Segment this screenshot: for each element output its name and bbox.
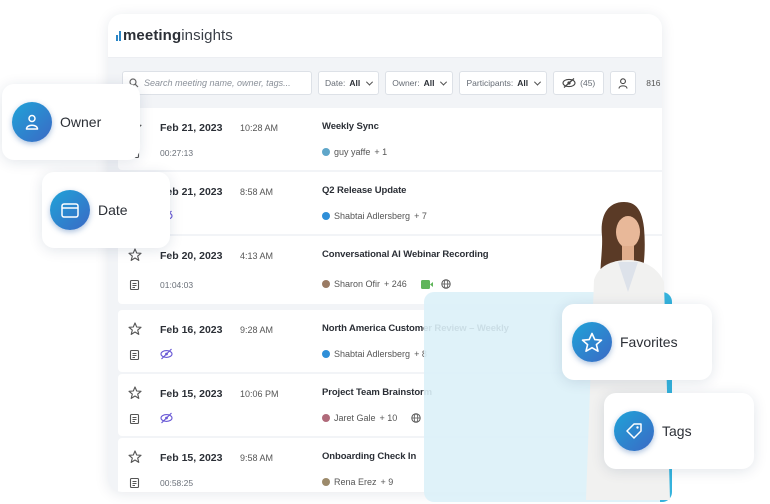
participants-filter-value: All <box>517 78 529 88</box>
owner-name: Rena Erez <box>334 477 377 487</box>
participants-filter-dropdown[interactable]: Participants: All <box>459 71 548 95</box>
globe-icon <box>411 413 422 423</box>
star-icon <box>572 322 612 362</box>
tags-badge: Tags <box>604 393 754 469</box>
meeting-owner: Sharon Ofir + 246 <box>322 279 451 289</box>
owner-name: Jaret Gale <box>334 413 376 423</box>
favorites-badge: Favorites <box>562 304 712 380</box>
meeting-duration: 00:27:13 <box>160 148 194 158</box>
owner-avatar <box>322 212 330 220</box>
star-icon[interactable] <box>128 248 142 262</box>
globe-icon <box>441 279 451 289</box>
meeting-owner: Shabtai Adlersberg + 7 <box>322 211 427 221</box>
meeting-time: 4:13 AM <box>240 251 274 261</box>
logo-text-bold: meeting <box>123 27 182 44</box>
notes-icon <box>129 279 140 291</box>
meeting-date: Feb 20, 2023 <box>160 250 223 262</box>
meeting-duration: 01:04:03 <box>160 280 194 290</box>
participants-extra: + 9 <box>380 477 394 487</box>
participants-extra: + 7 <box>414 211 427 221</box>
eye-slash-icon <box>160 412 173 424</box>
logo-mark-icon <box>116 30 121 41</box>
owner-avatar <box>322 350 330 358</box>
meeting-title[interactable]: Conversational AI Webinar Recording <box>322 249 489 260</box>
tags-badge-label: Tags <box>662 423 692 439</box>
owner-badge: Owner <box>2 84 140 160</box>
star-icon[interactable] <box>128 450 142 464</box>
meeting-title[interactable]: Project Team Brainstorm <box>322 387 432 398</box>
meeting-owner: Jaret Gale + 10 <box>322 413 422 423</box>
date-filter-dropdown[interactable]: Date: All <box>318 71 380 95</box>
owner-filter-dropdown[interactable]: Owner: All <box>385 71 454 95</box>
meeting-owner: Rena Erez + 9 <box>322 477 393 487</box>
owner-name: Sharon Ofir <box>334 279 381 289</box>
owner-avatar <box>322 414 330 422</box>
filter-bar: Date: All Owner: All Participants: All (… <box>122 70 662 96</box>
date-filter-label: Date: <box>325 78 346 88</box>
date-filter-value: All <box>349 78 361 88</box>
owner-avatar <box>322 148 330 156</box>
chevron-down-icon <box>440 78 448 86</box>
eye-slash-icon <box>160 348 173 360</box>
total-count: 816 <box>646 78 661 88</box>
calendar-icon <box>50 190 90 230</box>
notes-icon <box>129 413 140 425</box>
owner-filter-value: All <box>423 78 435 88</box>
meeting-time: 9:28 AM <box>240 325 274 335</box>
owner-badge-label: Owner <box>60 114 102 130</box>
chevron-down-icon <box>534 78 542 86</box>
meeting-row[interactable]: Feb 21, 2023 10:28 AM Weekly Sync 00:27:… <box>118 108 662 170</box>
meeting-time: 8:58 AM <box>240 187 274 197</box>
owner-name: Shabtai Adlersberg <box>334 349 411 359</box>
date-badge-label: Date <box>98 202 128 218</box>
star-icon[interactable] <box>128 322 142 336</box>
hidden-toggle-button[interactable]: (45) <box>553 71 605 95</box>
star-icon[interactable] <box>128 386 142 400</box>
notes-icon <box>129 477 140 489</box>
date-badge: Date <box>42 172 170 248</box>
notes-icon <box>129 349 140 361</box>
meeting-title[interactable]: Weekly Sync <box>322 121 379 132</box>
meeting-date: Feb 21, 2023 <box>160 122 223 134</box>
meeting-time: 10:28 AM <box>240 123 279 133</box>
meeting-owner: guy yaffe + 1 <box>322 147 387 157</box>
participants-extra: + 246 <box>384 279 407 289</box>
tag-icon <box>614 411 654 451</box>
owner-view-button[interactable] <box>610 71 637 95</box>
meeting-date: Feb 15, 2023 <box>160 388 223 400</box>
owner-filter-label: Owner: <box>392 78 420 88</box>
eye-slash-icon <box>562 78 576 88</box>
search-input[interactable] <box>144 78 304 88</box>
favorites-badge-label: Favorites <box>620 334 678 350</box>
owner-name: Shabtai Adlersberg <box>334 211 411 221</box>
participants-extra: + 1 <box>374 147 388 157</box>
participants-extra: + 10 <box>379 413 398 423</box>
meeting-date: Feb 15, 2023 <box>160 452 223 464</box>
video-tag-icon <box>420 279 433 289</box>
owner-avatar <box>322 280 330 288</box>
person-icon <box>618 77 628 89</box>
meeting-time: 9:58 AM <box>240 453 274 463</box>
chevron-down-icon <box>366 78 374 86</box>
meeting-title[interactable]: Onboarding Check In <box>322 451 416 462</box>
search-box[interactable] <box>122 71 312 95</box>
meeting-date: Feb 16, 2023 <box>160 324 223 336</box>
person-icon <box>12 102 52 142</box>
meeting-time: 10:06 PM <box>240 389 279 399</box>
owner-name: guy yaffe <box>334 147 371 157</box>
app-logo[interactable]: meeting insights <box>116 27 233 44</box>
meeting-owner: Shabtai Adlersberg + 8 <box>322 349 427 359</box>
meeting-duration: 00:58:25 <box>160 478 194 488</box>
meeting-title[interactable]: Q2 Release Update <box>322 185 406 196</box>
participants-filter-label: Participants: <box>466 78 514 88</box>
app-header: meeting insights <box>108 14 662 58</box>
owner-avatar <box>322 478 330 486</box>
hidden-count: (45) <box>580 78 596 88</box>
logo-text-light: insights <box>181 27 233 44</box>
